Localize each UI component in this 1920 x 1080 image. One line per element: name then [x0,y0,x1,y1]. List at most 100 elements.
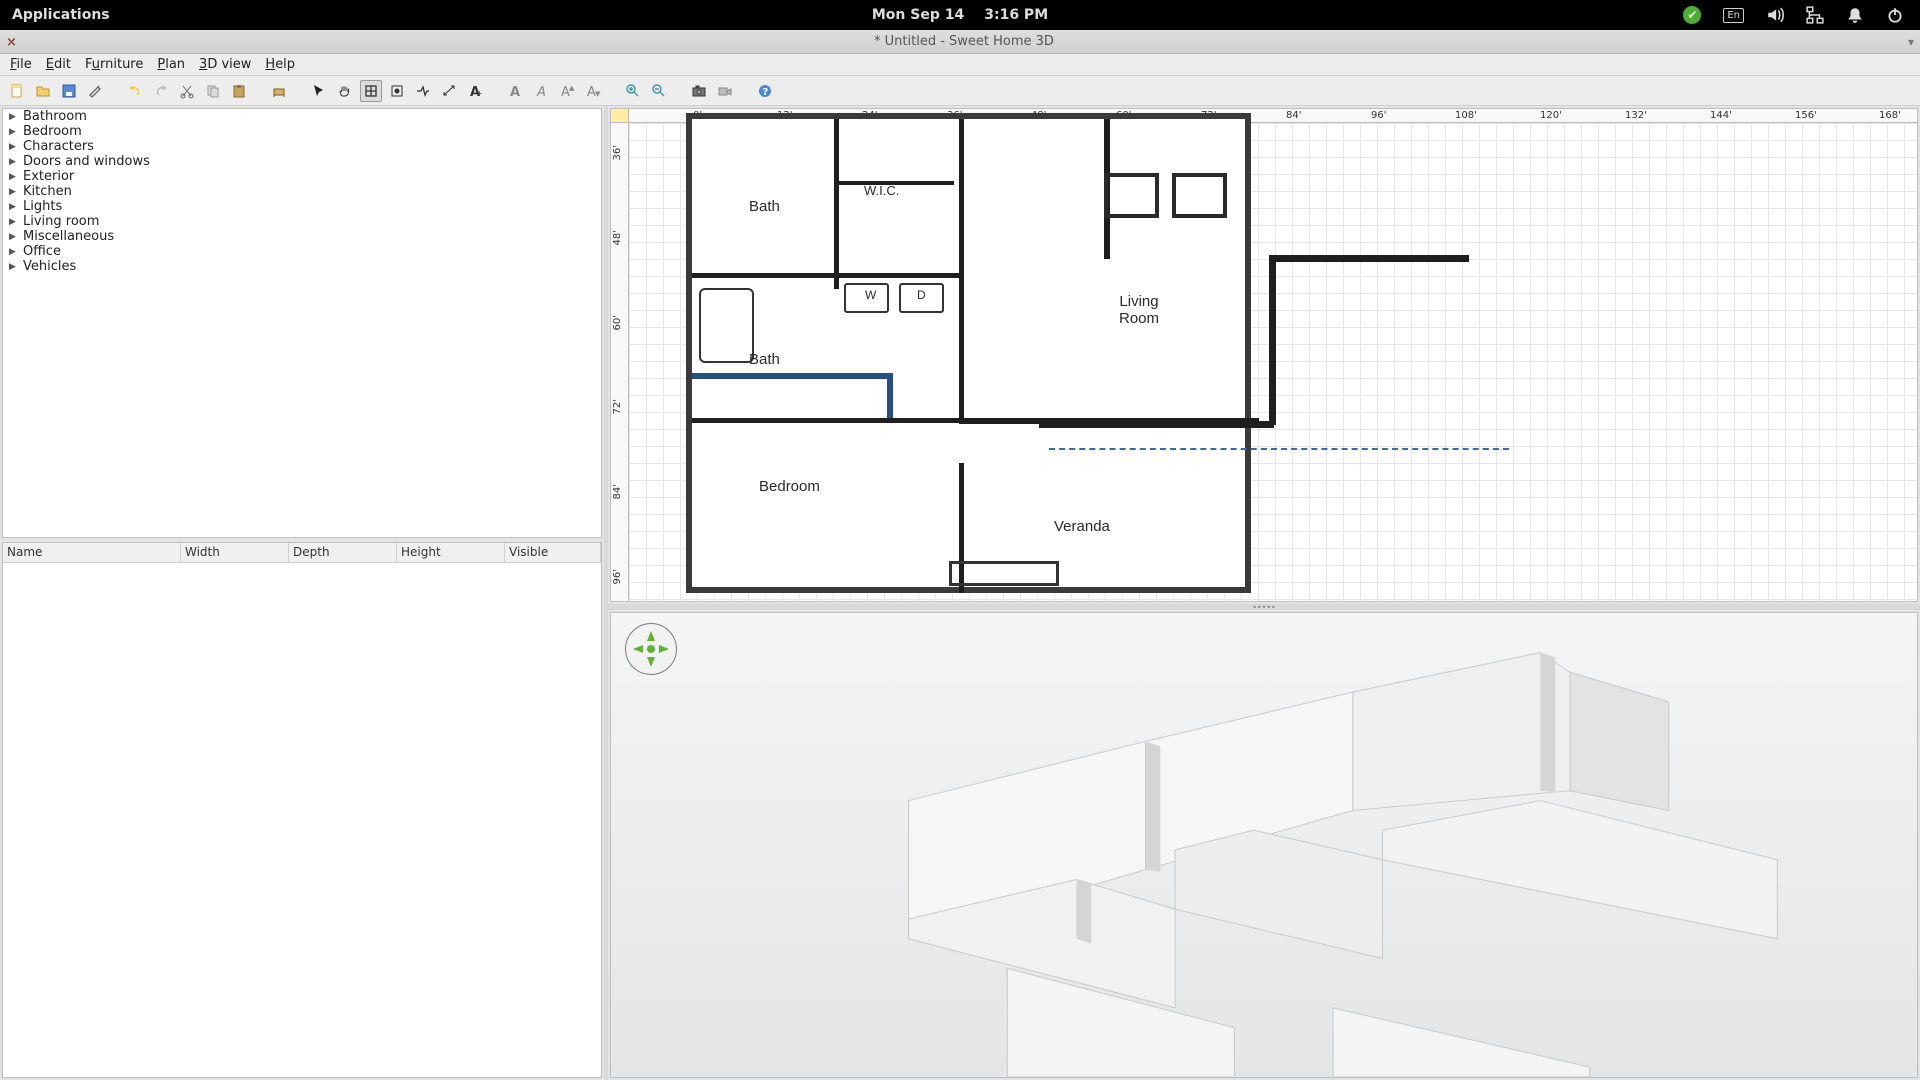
room-label-bath2: Bath [749,351,780,368]
col-width[interactable]: Width [181,543,289,562]
open-file-button[interactable] [32,80,54,102]
expand-icon: ▶ [9,232,19,242]
room-label-bedroom: Bedroom [759,478,820,495]
ruler-tick: 72' [612,399,623,414]
pane-splitter[interactable]: ••••• [608,604,1920,610]
catalog-category[interactable]: ▶Characters [3,139,601,154]
menu-help[interactable]: Help [259,55,301,74]
catalog-category[interactable]: ▶Office [3,244,601,259]
help-button[interactable]: ? [754,80,776,102]
col-name[interactable]: Name [3,543,181,562]
expand-icon: ▶ [9,202,19,212]
create-dimensions-button[interactable] [438,80,460,102]
window-close-icon[interactable]: × [6,35,20,49]
create-rooms-button[interactable] [386,80,408,102]
right-column: 0' 12' 24' 36' 48' 60' 72' 84' 96' 108' … [608,106,1920,1080]
window-title: * Untitled - Sweet Home 3D [874,34,1054,49]
menu-plan[interactable]: Plan [151,55,191,74]
ruler-tick: 36' [612,145,623,160]
preferences-button[interactable] [84,80,106,102]
catalog-label: Lights [23,199,62,214]
create-walls-button[interactable] [360,80,382,102]
view-3d[interactable] [610,612,1918,1078]
menu-3dview[interactable]: 3D view [193,55,257,74]
catalog-label: Living room [23,214,99,229]
catalog-category[interactable]: ▶ Miscellaneous [3,229,601,244]
catalog-category[interactable]: ▶ Lights [3,199,601,214]
workspace: ▶Bathroom ▶Bedroom ▶Characters ▶Doors an… [0,106,1920,1080]
expand-icon: ▶ [9,142,19,152]
window-maximize-icon[interactable]: ▾ [1908,35,1914,49]
catalog-category[interactable]: ▶Exterior [3,169,601,184]
svg-text:▼: ▼ [595,90,601,98]
new-file-button[interactable] [6,80,28,102]
ruler-tick: 96' [1371,110,1386,121]
pan-tool-button[interactable] [334,80,356,102]
col-depth[interactable]: Depth [289,543,397,562]
catalog-label: Miscellaneous [23,229,114,244]
menu-file[interactable]: File [4,55,38,74]
floorplan-wall [692,273,962,278]
plan-canvas[interactable]: Bath W.I.C. Bath Living Room Bedroom Ver… [629,123,1917,601]
ruler-tick: 84' [1286,110,1301,121]
menubar: File Edit Furniture Plan 3D view Help [0,54,1920,76]
plan-wall[interactable] [1269,255,1469,262]
clock[interactable]: Mon Sep 14 3:16 PM [872,7,1048,23]
create-photo-button[interactable] [688,80,710,102]
floorplan-fixture [949,561,1059,586]
create-video-button[interactable] [714,80,736,102]
create-text-button[interactable]: A+ [464,80,486,102]
zoom-in-button[interactable] [622,80,644,102]
text-bold-button[interactable]: A [504,80,526,102]
decrease-text-button[interactable]: A▼ [582,80,604,102]
svg-text:?: ? [763,87,769,98]
network-icon[interactable] [1806,6,1824,24]
expand-icon: ▶ [9,187,19,197]
save-file-button[interactable] [58,80,80,102]
increase-text-button[interactable]: A▲ [556,80,578,102]
power-icon[interactable] [1886,6,1904,24]
status-ok-icon[interactable]: ✔ [1683,6,1701,24]
window-titlebar[interactable]: × * Untitled - Sweet Home 3D ▾ [0,30,1920,54]
redo-button[interactable] [150,80,172,102]
cut-button[interactable] [176,80,198,102]
catalog-category[interactable]: ▶Kitchen [3,184,601,199]
applications-menu[interactable]: Applications [0,7,110,23]
ruler-tick: 108' [1455,110,1477,121]
menu-edit[interactable]: Edit [40,55,77,74]
plan-wall[interactable] [1039,421,1274,428]
catalog-category[interactable]: ▶Bathroom [3,109,601,124]
furniture-table[interactable]: Name Width Depth Height Visible [2,542,602,1078]
text-italic-button[interactable]: A [530,80,552,102]
plan-wall[interactable] [1269,255,1276,425]
zoom-out-button[interactable] [648,80,670,102]
col-visible[interactable]: Visible [505,543,601,562]
expand-icon: ▶ [9,262,19,272]
catalog-category[interactable]: ▶ Living room [3,214,601,229]
catalog-category[interactable]: ▶Vehicles [3,259,601,274]
ruler-tick: 48' [612,230,623,245]
menu-furniture[interactable]: Furniture [79,55,149,74]
expand-icon: ▶ [9,217,19,227]
furniture-catalog[interactable]: ▶Bathroom ▶Bedroom ▶Characters ▶Doors an… [2,108,602,538]
catalog-category[interactable]: ▶Bedroom [3,124,601,139]
keyboard-layout-indicator[interactable]: En [1723,8,1744,23]
col-height[interactable]: Height [397,543,505,562]
room-label-bath: Bath [749,198,780,215]
create-polyline-button[interactable] [412,80,434,102]
app-window: × * Untitled - Sweet Home 3D ▾ File Edit… [0,30,1920,1080]
floorplan-wall [692,373,892,379]
volume-icon[interactable] [1766,6,1784,24]
desktop-topbar: Applications Mon Sep 14 3:16 PM ✔ En [0,0,1920,30]
render-3d [611,613,1917,1077]
undo-button[interactable] [124,80,146,102]
copy-button[interactable] [202,80,224,102]
paste-button[interactable] [228,80,250,102]
system-tray: ✔ En [1683,6,1920,24]
add-furniture-button[interactable] [268,80,290,102]
notifications-icon[interactable] [1846,6,1864,24]
catalog-category[interactable]: ▶Doors and windows [3,154,601,169]
plan-2d-view[interactable]: 0' 12' 24' 36' 48' 60' 72' 84' 96' 108' … [610,108,1918,602]
room-label-living: Living Room [1119,293,1159,327]
select-tool-button[interactable] [308,80,330,102]
